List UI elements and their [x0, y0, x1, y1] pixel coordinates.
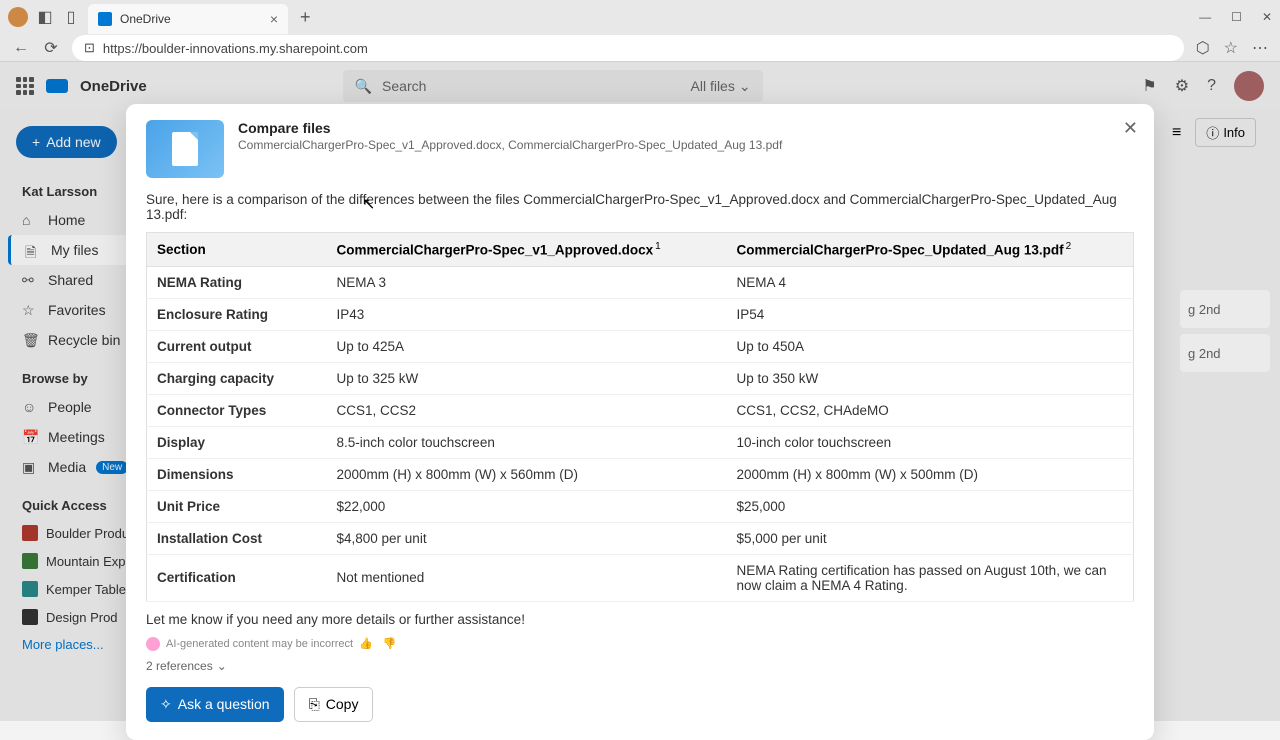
th-section: Section: [147, 233, 327, 267]
tab-actions-icon[interactable]: ▯: [62, 8, 80, 26]
document-thumb-icon: [146, 120, 224, 178]
favorites-icon[interactable]: ☆: [1224, 38, 1238, 58]
row-section: Charging capacity: [147, 362, 327, 394]
table-row: Unit Price$22,000$25,000: [147, 490, 1134, 522]
workspaces-icon[interactable]: ◧: [36, 8, 54, 26]
th-col-a: CommercialChargerPro-Spec_v1_Approved.do…: [327, 233, 727, 267]
tab-bar: ◧ ▯ OneDrive × + — ☐ ✕: [0, 0, 1280, 34]
modal-overlay: ✕ Compare files CommercialChargerPro-Spe…: [0, 62, 1280, 721]
row-val-b: Up to 450A: [727, 330, 1134, 362]
compare-files-modal: ✕ Compare files CommercialChargerPro-Spe…: [126, 104, 1154, 740]
refresh-button[interactable]: ⟳: [42, 39, 60, 57]
browser-chrome: ◧ ▯ OneDrive × + — ☐ ✕ ← ⟳ ⊡ https://bou…: [0, 0, 1280, 62]
url-text: https://boulder-innovations.my.sharepoin…: [103, 41, 368, 56]
table-row: Dimensions2000mm (H) x 800mm (W) x 560mm…: [147, 458, 1134, 490]
row-val-b: 2000mm (H) x 800mm (W) x 500mm (D): [727, 458, 1134, 490]
th-col-b: CommercialChargerPro-Spec_Updated_Aug 13…: [727, 233, 1134, 267]
row-section: Unit Price: [147, 490, 327, 522]
table-row: Current outputUp to 425AUp to 450A: [147, 330, 1134, 362]
modal-title: Compare files: [238, 120, 782, 136]
row-val-a: Up to 425A: [327, 330, 727, 362]
row-val-a: CCS1, CCS2: [327, 394, 727, 426]
row-section: Dimensions: [147, 458, 327, 490]
maximize-button[interactable]: ☐: [1231, 10, 1242, 24]
row-section: Certification: [147, 554, 327, 601]
site-info-icon[interactable]: ⊡: [84, 40, 95, 56]
browser-tab[interactable]: OneDrive ×: [88, 4, 288, 34]
tab-title: OneDrive: [120, 12, 262, 26]
row-section: Connector Types: [147, 394, 327, 426]
browser-profile-icon[interactable]: [8, 7, 28, 27]
row-val-a: 2000mm (H) x 800mm (W) x 560mm (D): [327, 458, 727, 490]
copy-icon: ⎘: [309, 696, 320, 713]
row-val-a: NEMA 3: [327, 266, 727, 298]
table-row: CertificationNot mentionedNEMA Rating ce…: [147, 554, 1134, 601]
row-val-b: $5,000 per unit: [727, 522, 1134, 554]
row-val-a: IP43: [327, 298, 727, 330]
row-val-a: Up to 325 kW: [327, 362, 727, 394]
address-bar[interactable]: ⊡ https://boulder-innovations.my.sharepo…: [72, 35, 1184, 61]
close-window-button[interactable]: ✕: [1262, 10, 1272, 24]
sparkle-icon: [146, 637, 160, 651]
menu-icon[interactable]: ⋯: [1252, 38, 1268, 58]
row-val-a: $22,000: [327, 490, 727, 522]
address-bar-row: ← ⟳ ⊡ https://boulder-innovations.my.sha…: [0, 34, 1280, 62]
row-section: Display: [147, 426, 327, 458]
row-val-a: 8.5-inch color touchscreen: [327, 426, 727, 458]
row-val-b: NEMA 4: [727, 266, 1134, 298]
modal-subtitle: CommercialChargerPro-Spec_v1_Approved.do…: [238, 138, 782, 152]
row-section: Installation Cost: [147, 522, 327, 554]
chevron-down-icon: ⌄: [217, 659, 227, 673]
modal-intro: Sure, here is a comparison of the differ…: [146, 192, 1134, 222]
row-section: NEMA Rating: [147, 266, 327, 298]
close-tab-icon[interactable]: ×: [270, 11, 278, 27]
onedrive-favicon: [98, 12, 112, 26]
new-tab-button[interactable]: +: [296, 3, 315, 32]
ask-question-button[interactable]: ✧ Ask a question: [146, 687, 284, 722]
thumbs-up-icon[interactable]: 👍: [359, 637, 373, 650]
table-row: Connector TypesCCS1, CCS2CCS1, CCS2, CHA…: [147, 394, 1134, 426]
row-section: Enclosure Rating: [147, 298, 327, 330]
table-row: NEMA RatingNEMA 3NEMA 4: [147, 266, 1134, 298]
row-val-b: CCS1, CCS2, CHAdeMO: [727, 394, 1134, 426]
row-val-a: $4,800 per unit: [327, 522, 727, 554]
comparison-table: Section CommercialChargerPro-Spec_v1_App…: [146, 232, 1134, 602]
row-val-b: 10-inch color touchscreen: [727, 426, 1134, 458]
table-row: Installation Cost$4,800 per unit$5,000 p…: [147, 522, 1134, 554]
ai-disclaimer: AI-generated content may be incorrect 👍 …: [146, 637, 1134, 651]
extensions-icon[interactable]: ⬡: [1196, 38, 1210, 58]
row-val-b: $25,000: [727, 490, 1134, 522]
row-section: Current output: [147, 330, 327, 362]
row-val-b: IP54: [727, 298, 1134, 330]
modal-outro: Let me know if you need any more details…: [146, 612, 1134, 627]
table-row: Charging capacityUp to 325 kWUp to 350 k…: [147, 362, 1134, 394]
references-toggle[interactable]: 2 references ⌄: [146, 659, 1134, 673]
close-icon[interactable]: ✕: [1123, 118, 1138, 139]
row-val-b: Up to 350 kW: [727, 362, 1134, 394]
row-val-a: Not mentioned: [327, 554, 727, 601]
back-button[interactable]: ←: [12, 39, 30, 57]
minimize-button[interactable]: —: [1199, 10, 1211, 24]
table-row: Display8.5-inch color touchscreen10-inch…: [147, 426, 1134, 458]
row-val-b: NEMA Rating certification has passed on …: [727, 554, 1134, 601]
sparkle-icon: ✧: [160, 696, 172, 713]
thumbs-down-icon[interactable]: 👎: [383, 637, 397, 650]
table-row: Enclosure RatingIP43IP54: [147, 298, 1134, 330]
copy-button[interactable]: ⎘ Copy: [294, 687, 374, 722]
